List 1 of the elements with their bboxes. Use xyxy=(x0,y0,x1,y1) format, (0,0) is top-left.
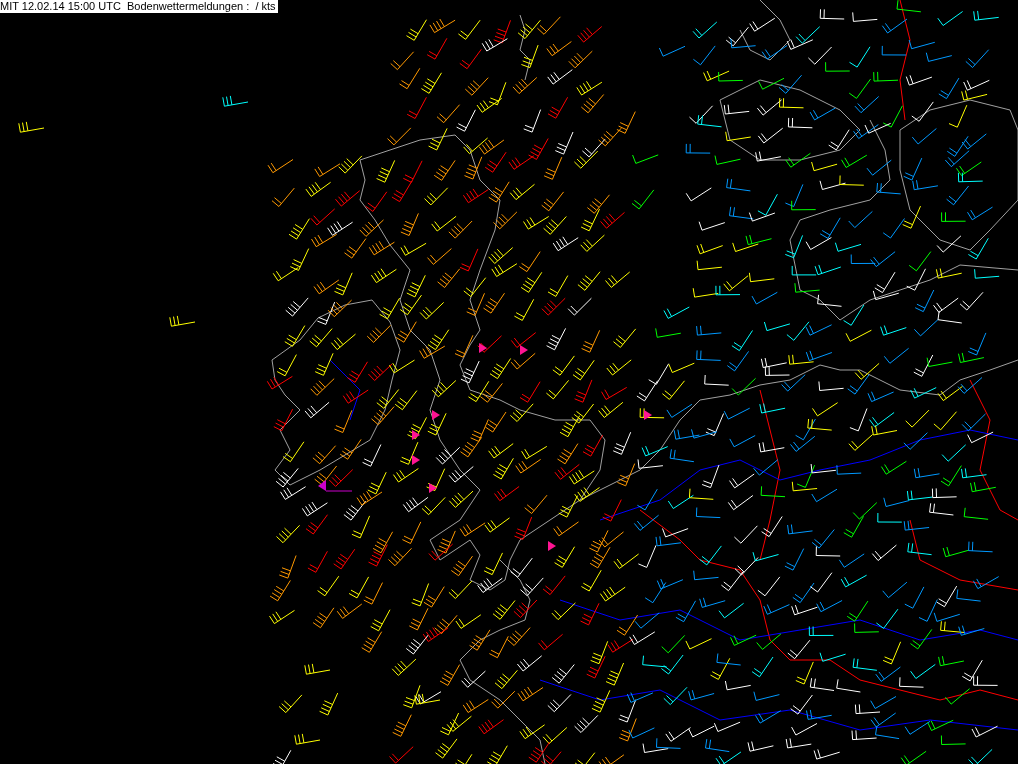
map-title: MIT 12.02.14 15:00 UTC Bodenwettermeldungen : / kts xyxy=(0,0,278,13)
